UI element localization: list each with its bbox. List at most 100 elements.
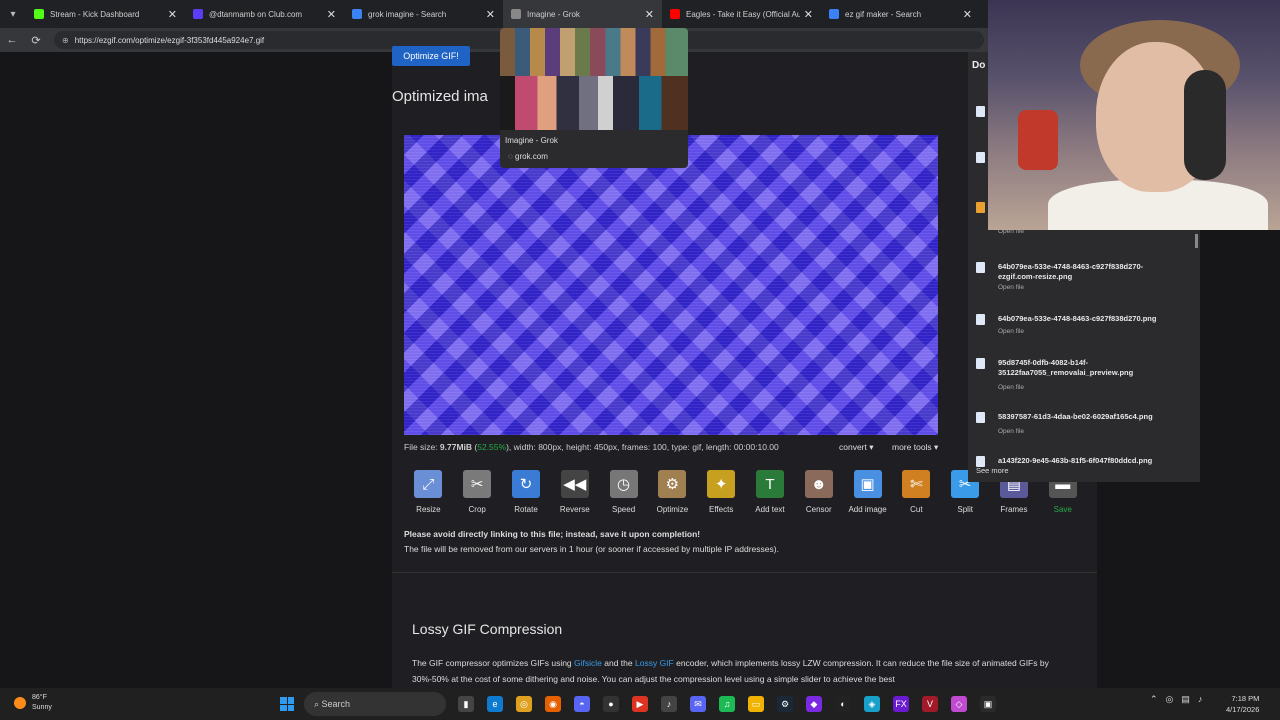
taskbar: 86°F Sunny ⌕ Search ▮ e ◎ ◉ ◓ ● ▶ ♪ ✉ ♫ ▭… <box>0 688 1280 720</box>
app-icon[interactable]: ◆ <box>806 696 822 712</box>
removal-note: The file will be removed from our server… <box>404 544 779 554</box>
crop-icon: ✂ <box>463 470 492 498</box>
tool-resize[interactable]: ⤢ Resize <box>404 470 453 514</box>
preview-thumbnail <box>500 28 688 130</box>
music-icon[interactable]: ♪ <box>661 696 677 712</box>
tab-favicon-icon <box>829 9 839 19</box>
tool-cut[interactable]: ✄ Cut <box>892 470 941 514</box>
app-icon[interactable]: ▣ <box>980 696 996 712</box>
tool-label: Censor <box>805 505 832 514</box>
microphone-icon[interactable]: ◎ <box>1166 694 1174 705</box>
app-icon[interactable]: ◇ <box>951 696 967 712</box>
speed-icon: ◷ <box>609 470 638 498</box>
tab-title: grok imagine - Search <box>368 9 447 19</box>
tool-censor[interactable]: ☻ Censor <box>794 470 843 514</box>
tool-optimize[interactable]: ⚙ Optimize <box>648 470 697 514</box>
browser-tab[interactable]: Eagles - Take it Easy (Official Audio) ✕ <box>662 0 821 28</box>
browser-tab[interactable]: @dtanmamb on Club.com ✕ <box>185 0 344 28</box>
open-file-link[interactable]: Open file <box>998 384 1024 391</box>
tool-label: Crop <box>468 505 486 514</box>
open-file-link[interactable]: Open file <box>998 428 1024 435</box>
download-filename: 64b079ea-533e-4748-8463-c927f838d270-ezg… <box>998 262 1144 281</box>
close-tab-icon[interactable]: ✕ <box>486 8 495 21</box>
download-filename: 58397587-61d3-4daa-be02-6029af165c4.png <box>998 412 1153 421</box>
browser-tab[interactable]: Imagine - Grok ✕ <box>503 0 662 28</box>
site-info-icon[interactable]: ⊕ <box>62 36 69 45</box>
file-icon <box>976 358 985 369</box>
close-tab-icon[interactable]: ✕ <box>804 8 813 21</box>
tool-reverse[interactable]: ◀◀ Reverse <box>550 470 599 514</box>
convert-dropdown[interactable]: convert ▾ <box>839 442 874 453</box>
tab-favicon-icon <box>352 9 362 19</box>
search-icon: ⌕ <box>314 698 322 709</box>
messenger-icon[interactable]: ✉ <box>690 696 706 712</box>
sun-icon <box>14 697 26 709</box>
see-more-link[interactable]: See more <box>976 466 1009 475</box>
linking-warning: Please avoid directly linking to this fi… <box>404 529 701 539</box>
lossy-gif-link[interactable]: Lossy GIF <box>635 658 674 668</box>
headphones <box>1184 70 1226 180</box>
close-tab-icon[interactable]: ✕ <box>168 8 177 21</box>
tab-favicon-icon <box>193 9 203 19</box>
app-icon[interactable]: ◐ <box>835 696 851 712</box>
discord-icon[interactable]: ◓ <box>574 696 590 712</box>
rotate-icon: ↻ <box>511 470 540 498</box>
tool-add-image[interactable]: ▣ Add image <box>843 470 892 514</box>
gifsicle-link[interactable]: Gifsicle <box>574 658 602 668</box>
tool-add-text[interactable]: T Add text <box>746 470 795 514</box>
clock[interactable]: 7:18 PM 4/17/2026 <box>1226 693 1259 715</box>
steam-icon[interactable]: ⚙ <box>777 696 793 712</box>
chrome-icon[interactable]: ◎ <box>516 696 532 712</box>
close-tab-icon[interactable]: ✕ <box>645 8 654 21</box>
webcam-overlay <box>988 0 1280 230</box>
open-file-link[interactable]: Open file <box>998 328 1024 335</box>
app-icon[interactable]: ▶ <box>632 696 648 712</box>
browser-tab[interactable]: ez gif maker - Search ✕ <box>821 0 980 28</box>
back-icon[interactable]: ← <box>0 34 24 46</box>
scrollbar[interactable] <box>1195 234 1198 248</box>
more-tools-dropdown[interactable]: more tools ▾ <box>892 442 938 453</box>
app-icon[interactable]: ◈ <box>864 696 880 712</box>
tool-label: Speed <box>612 505 636 514</box>
reload-icon[interactable]: ⟳ <box>24 34 48 47</box>
tab-hover-preview: Imagine - Grok ◌ grok.com <box>500 28 688 168</box>
taskbar-search[interactable]: ⌕ Search <box>304 692 446 716</box>
browser-tab[interactable]: Stream - Kick Dashboard ✕ <box>26 0 185 28</box>
task-view-icon[interactable]: ▮ <box>458 696 474 712</box>
file-icon <box>976 456 985 467</box>
file-info: File size: 9.77MiB (52.55%), width: 800p… <box>404 442 779 452</box>
page-heading: Optimized ima <box>392 88 488 105</box>
volume-icon[interactable]: ♪ <box>1198 694 1203 705</box>
close-tab-icon[interactable]: ✕ <box>963 8 972 21</box>
fx-icon[interactable]: FX <box>893 696 909 712</box>
open-file-link[interactable]: Open file <box>998 284 1024 291</box>
tab-title: @dtanmamb on Club.com <box>209 9 303 19</box>
optimize-button[interactable]: Optimize GIF! <box>392 46 470 66</box>
tool-speed[interactable]: ◷ Speed <box>599 470 648 514</box>
resize-icon: ⤢ <box>414 470 443 498</box>
firefox-icon[interactable]: ◉ <box>545 696 561 712</box>
url-text: https://ezgif.com/optimize/ezgif-3f353fd… <box>74 35 265 45</box>
tool-label: Add text <box>755 505 785 514</box>
network-icon[interactable]: ▤ <box>1181 694 1190 705</box>
chevron-up-icon[interactable]: ⌃ <box>1150 694 1158 705</box>
tab-list-menu-icon[interactable]: ▾ <box>0 0 26 28</box>
tool-label: Resize <box>416 505 441 514</box>
tool-effects[interactable]: ✦ Effects <box>697 470 746 514</box>
tool-crop[interactable]: ✂ Crop <box>453 470 502 514</box>
tool-rotate[interactable]: ↻ Rotate <box>502 470 551 514</box>
spotify-icon[interactable]: ♫ <box>719 696 735 712</box>
folder-icon[interactable]: ▭ <box>748 696 764 712</box>
windows-start-icon[interactable] <box>280 697 294 711</box>
system-tray: ⌃ ◎ ▤ ♪ <box>1150 694 1202 705</box>
add-text-icon: T <box>755 470 784 498</box>
section-paragraph: The GIF compressor optimizes GIFs using … <box>412 658 1049 684</box>
condition: Sunny <box>32 704 52 711</box>
browser-tab[interactable]: grok imagine - Search ✕ <box>344 0 503 28</box>
close-tab-icon[interactable]: ✕ <box>327 8 336 21</box>
obs-icon[interactable]: ● <box>603 696 619 712</box>
edge-icon[interactable]: e <box>487 696 503 712</box>
effects-icon: ✦ <box>707 470 736 498</box>
app-icon[interactable]: V <box>922 696 938 712</box>
weather-widget[interactable]: 86°F Sunny <box>14 693 52 713</box>
